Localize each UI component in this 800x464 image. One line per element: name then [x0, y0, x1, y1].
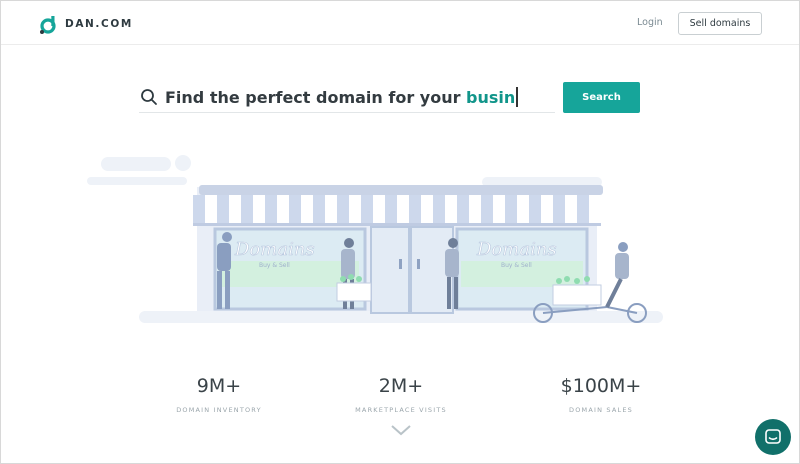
- stat-value: 9M+: [196, 375, 242, 397]
- stat-label: DOMAIN INVENTORY: [176, 406, 262, 414]
- stat-marketplace-visits: 2M+ MARKETPLACE VISITS: [311, 375, 491, 414]
- chat-icon: [765, 429, 781, 444]
- background-clouds: [87, 155, 602, 187]
- search-input[interactable]: Find the perfect domain for your busin: [165, 87, 519, 107]
- search-icon: [141, 89, 157, 105]
- sell-domains-button[interactable]: Sell domains: [678, 12, 762, 35]
- text-caret: [516, 87, 519, 107]
- stat-value: $100M+: [560, 375, 642, 397]
- stat-domain-sales: $100M+ DOMAIN SALES: [511, 375, 691, 414]
- stat-label: DOMAIN SALES: [569, 406, 633, 414]
- chevron-down-icon[interactable]: [390, 424, 412, 436]
- window-sign-left: Domains: [234, 239, 315, 260]
- brand-logo[interactable]: DAN.COM: [39, 14, 133, 34]
- search-typed-value: busin: [466, 88, 516, 107]
- stat-domain-inventory: 9M+ DOMAIN INVENTORY: [129, 375, 309, 414]
- search-button[interactable]: Search: [563, 82, 640, 113]
- window-sign-right-sub: Buy & Sell: [501, 262, 532, 269]
- domain-search-field[interactable]: Find the perfect domain for your busin: [139, 82, 555, 113]
- window-sign-right: Domains: [476, 239, 557, 260]
- search-prompt: Find the perfect domain for your: [165, 88, 467, 107]
- chat-launcher-button[interactable]: [755, 419, 791, 455]
- roof-bar: [199, 185, 603, 195]
- storefront-illustration: Domains Buy & Sell Domains Buy & Sell: [87, 155, 663, 323]
- stat-value: 2M+: [378, 375, 424, 397]
- login-link[interactable]: Login: [637, 17, 663, 28]
- window-sign-left-sub: Buy & Sell: [259, 262, 290, 269]
- door-left: [370, 226, 410, 314]
- awning: [193, 195, 601, 226]
- top-navigation: DAN.COM Login Sell domains: [1, 1, 799, 45]
- dan-logo-icon: [40, 16, 56, 34]
- brand-name: DAN.COM: [65, 18, 133, 30]
- stat-label: MARKETPLACE VISITS: [355, 406, 447, 414]
- shopping-bag: [336, 282, 372, 302]
